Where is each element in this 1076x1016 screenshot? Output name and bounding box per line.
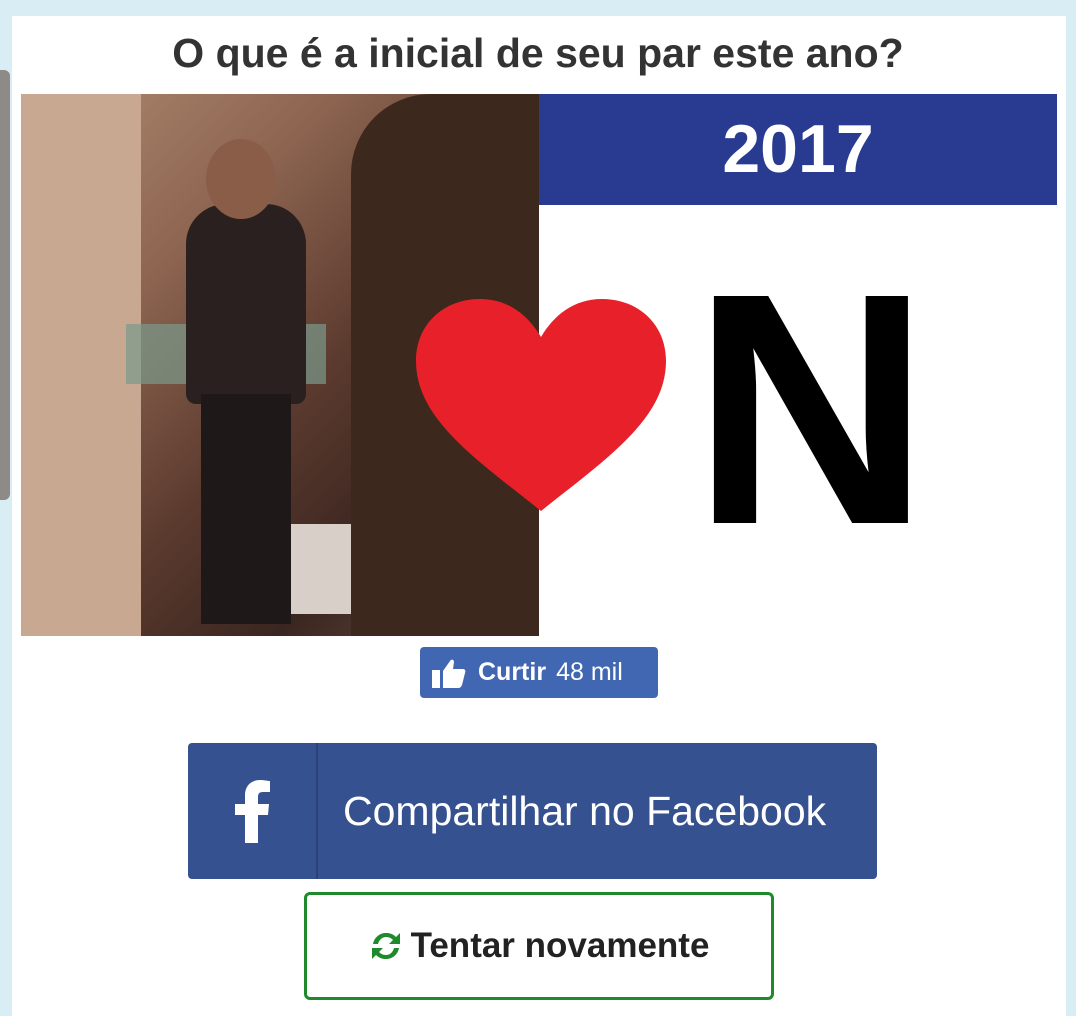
like-button[interactable]: Curtir 48 mil <box>420 647 658 698</box>
share-facebook-button[interactable]: Compartilhar no Facebook <box>188 743 877 879</box>
share-label: Compartilhar no Facebook <box>343 787 827 834</box>
quiz-question: O que é a inicial de seu par este ano? <box>172 30 904 76</box>
like-label: Curtir <box>478 658 547 686</box>
side-scroll-tab[interactable] <box>0 70 10 500</box>
year-banner: 2017 <box>539 94 1057 205</box>
result-image: 2017 N <box>21 94 1057 636</box>
retry-button[interactable]: Tentar novamente <box>304 892 774 1000</box>
heart-icon <box>416 299 666 511</box>
like-count: 48 mil <box>556 658 623 686</box>
facebook-icon <box>235 780 270 843</box>
partner-initial: N <box>691 224 931 593</box>
retry-label: Tentar novamente <box>410 926 710 965</box>
facebook-icon-box <box>188 743 318 879</box>
thumbs-up-icon <box>432 659 466 688</box>
refresh-icon <box>371 933 400 959</box>
